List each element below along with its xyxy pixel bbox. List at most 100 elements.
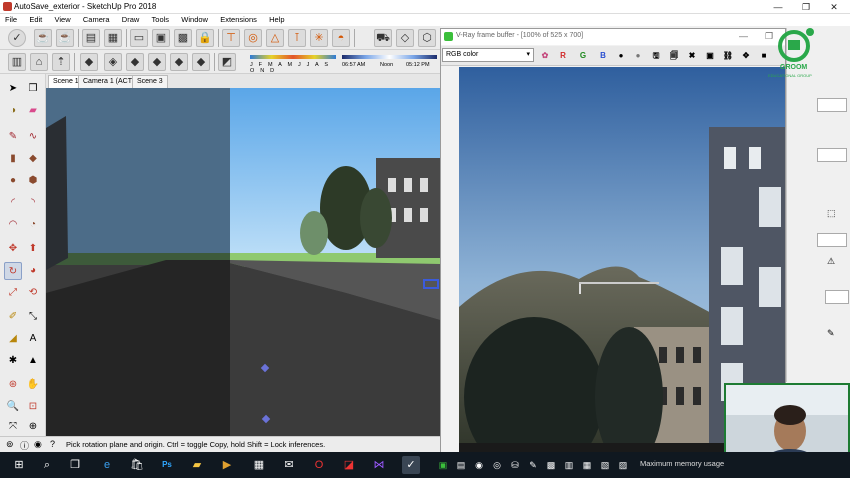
arc-tool-icon[interactable]: ◜ xyxy=(4,194,22,212)
help-icon[interactable]: ? xyxy=(50,439,55,449)
task-view-icon[interactable]: ❐ xyxy=(66,456,84,474)
vray-strip-icon-10[interactable]: ▧ xyxy=(596,456,614,474)
sphere-light-icon[interactable]: ◎ xyxy=(244,29,262,47)
spot-light-icon[interactable]: ⊤ xyxy=(222,29,240,47)
menu-draw[interactable]: Draw xyxy=(117,14,145,24)
vray-taskbar-icon[interactable]: ✓ xyxy=(402,456,420,474)
clear-image-icon[interactable]: ✖ xyxy=(685,49,699,63)
photoshop-icon[interactable]: Ps xyxy=(158,456,176,474)
close-icon[interactable]: ✕ xyxy=(820,0,848,14)
vray-strip-icon-6[interactable]: ✎ xyxy=(524,456,542,474)
position-camera-icon[interactable]: ⊕ xyxy=(24,418,42,436)
line-tool-icon[interactable]: ✎ xyxy=(4,128,22,146)
view-back-icon[interactable]: ◆ xyxy=(170,53,188,71)
geo-location-icon[interactable]: ⊚ xyxy=(6,439,14,450)
shadow-time-slider[interactable]: 06:57 AM Noon 05:12 PM xyxy=(342,53,437,71)
rotate-tool-icon[interactable]: ↻ xyxy=(4,262,22,280)
view-top-icon[interactable]: ◈ xyxy=(104,53,122,71)
tray-icon-b[interactable]: ⚠ xyxy=(827,256,835,267)
tab-camera-1[interactable]: Camera 1 (ACT) xyxy=(78,75,140,88)
vray-strip-icon-2[interactable]: ▤ xyxy=(452,456,470,474)
menu-view[interactable]: View xyxy=(50,14,76,24)
menu-help[interactable]: Help xyxy=(264,14,289,24)
mono-channel-icon[interactable]: ● xyxy=(631,49,645,63)
vray-strip-icon-7[interactable]: ▩ xyxy=(542,456,560,474)
store-icon[interactable]: 🛍 xyxy=(128,456,146,474)
vray-strip-icon-3[interactable]: ◉ xyxy=(470,456,488,474)
visual-studio-icon[interactable]: ⋈ xyxy=(370,456,388,474)
green-channel-button[interactable]: G xyxy=(576,49,590,63)
vray-strip-icon-1[interactable]: ▣ xyxy=(434,456,452,474)
vray-minimize-icon[interactable]: — xyxy=(739,31,748,41)
tray-field-2[interactable] xyxy=(817,148,847,162)
tray-icon-a[interactable]: ⬚ xyxy=(827,208,836,219)
two-point-arc-icon[interactable]: ◝ xyxy=(24,194,42,212)
view-right-icon[interactable]: ◆ xyxy=(148,53,166,71)
minimize-icon[interactable]: — xyxy=(764,0,792,14)
circle-tool-icon[interactable]: ● xyxy=(4,172,22,190)
tray-field-3[interactable] xyxy=(817,233,847,247)
file-explorer-icon[interactable]: ▰ xyxy=(188,456,206,474)
offset-tool-icon[interactable]: ⟲ xyxy=(24,284,42,302)
shadows-toggle-icon[interactable]: ◩ xyxy=(218,53,236,71)
save-image-icon[interactable]: 🖫 xyxy=(649,49,663,63)
3d-text-icon[interactable]: ▲ xyxy=(24,352,42,370)
calculator-icon[interactable]: ▦ xyxy=(250,456,268,474)
axes-tool-icon[interactable]: ✱ xyxy=(4,352,22,370)
shadow-month-slider[interactable]: J F M A M J J A S O N D xyxy=(242,53,338,74)
rectangle-tool-icon[interactable]: ▮ xyxy=(4,150,22,168)
pan-tool-icon[interactable]: ✋ xyxy=(24,376,42,394)
view-left-icon[interactable]: ◆ xyxy=(192,53,210,71)
vray-strip-icon-8[interactable]: ▥ xyxy=(560,456,578,474)
tape-measure-icon[interactable]: ✐ xyxy=(4,308,22,326)
menu-file[interactable]: File xyxy=(0,14,22,24)
vray-strip-icon-5[interactable]: ⛁ xyxy=(506,456,524,474)
interactive-render-icon[interactable]: ☕ xyxy=(56,29,74,47)
export-proxy-icon[interactable]: ⬡ xyxy=(418,29,436,47)
save-all-icon[interactable]: 🗐 xyxy=(667,49,681,63)
sun-light-icon[interactable]: ✳ xyxy=(310,29,328,47)
teapot-render-icon[interactable]: ☕ xyxy=(34,29,52,47)
opera-icon[interactable]: O xyxy=(310,456,328,474)
credits-icon[interactable]: ⓘ xyxy=(20,439,29,452)
mail-icon[interactable]: ✉ xyxy=(280,456,298,474)
maximize-icon[interactable]: ❐ xyxy=(792,0,820,14)
cube-icon[interactable]: ◇ xyxy=(396,29,414,47)
alpha-channel-icon[interactable]: ● xyxy=(614,49,628,63)
pie-tool-icon[interactable]: ◔ xyxy=(24,216,42,234)
track-mouse-icon[interactable]: ✥ xyxy=(739,49,753,63)
sandbox-icon[interactable]: ▥ xyxy=(8,53,26,71)
camera-view-icon[interactable]: ◆ xyxy=(80,53,98,71)
zoom-window-icon[interactable]: ⊡ xyxy=(24,398,42,416)
tray-icon-c[interactable]: ✎ xyxy=(827,328,835,339)
push-pull-icon[interactable]: ⬆ xyxy=(24,240,42,258)
channel-select[interactable]: RGB color ▾ xyxy=(442,48,534,62)
dimension-tool-icon[interactable]: ⤡ xyxy=(24,308,42,326)
lock-icon[interactable]: 🔒 xyxy=(196,29,214,47)
tray-field[interactable] xyxy=(817,98,847,112)
menu-tools[interactable]: Tools xyxy=(147,14,175,24)
polygon-tool-icon[interactable]: ⬢ xyxy=(24,172,42,190)
rotated-rectangle-icon[interactable]: ◆ xyxy=(24,150,42,168)
vray-strip-icon-9[interactable]: ▦ xyxy=(578,456,596,474)
layers-icon[interactable]: ▣ xyxy=(152,29,170,47)
upload-icon[interactable]: ⇡ xyxy=(52,53,70,71)
follow-me-icon[interactable]: ◕ xyxy=(24,262,42,280)
paint-bucket-icon[interactable]: ◑ xyxy=(4,102,22,120)
zoom-tool-icon[interactable]: 🔍 xyxy=(4,398,22,416)
region-render-icon[interactable]: ▣ xyxy=(703,49,717,63)
view-front-icon[interactable]: ◆ xyxy=(126,53,144,71)
menu-extensions[interactable]: Extensions xyxy=(215,14,262,24)
media-player-icon[interactable]: ▶ xyxy=(218,456,236,474)
omni-light-icon[interactable]: ⊺ xyxy=(288,29,306,47)
windows-start-icon[interactable]: ⊞ xyxy=(10,456,28,474)
frame-buffer-icon[interactable]: ▤ xyxy=(82,29,100,47)
text-tool-icon[interactable]: A xyxy=(24,330,42,348)
tab-scene-3[interactable]: Scene 3 xyxy=(132,75,168,88)
protractor-icon[interactable]: ◢ xyxy=(4,330,22,348)
freehand-tool-icon[interactable]: ∿ xyxy=(24,128,42,146)
color-channels-icon[interactable]: ✿ xyxy=(538,49,552,63)
select-tool-icon[interactable]: ➤ xyxy=(4,80,22,98)
dome-light-icon[interactable]: ◓ xyxy=(332,29,350,47)
edge-browser-icon[interactable]: e xyxy=(98,456,116,474)
